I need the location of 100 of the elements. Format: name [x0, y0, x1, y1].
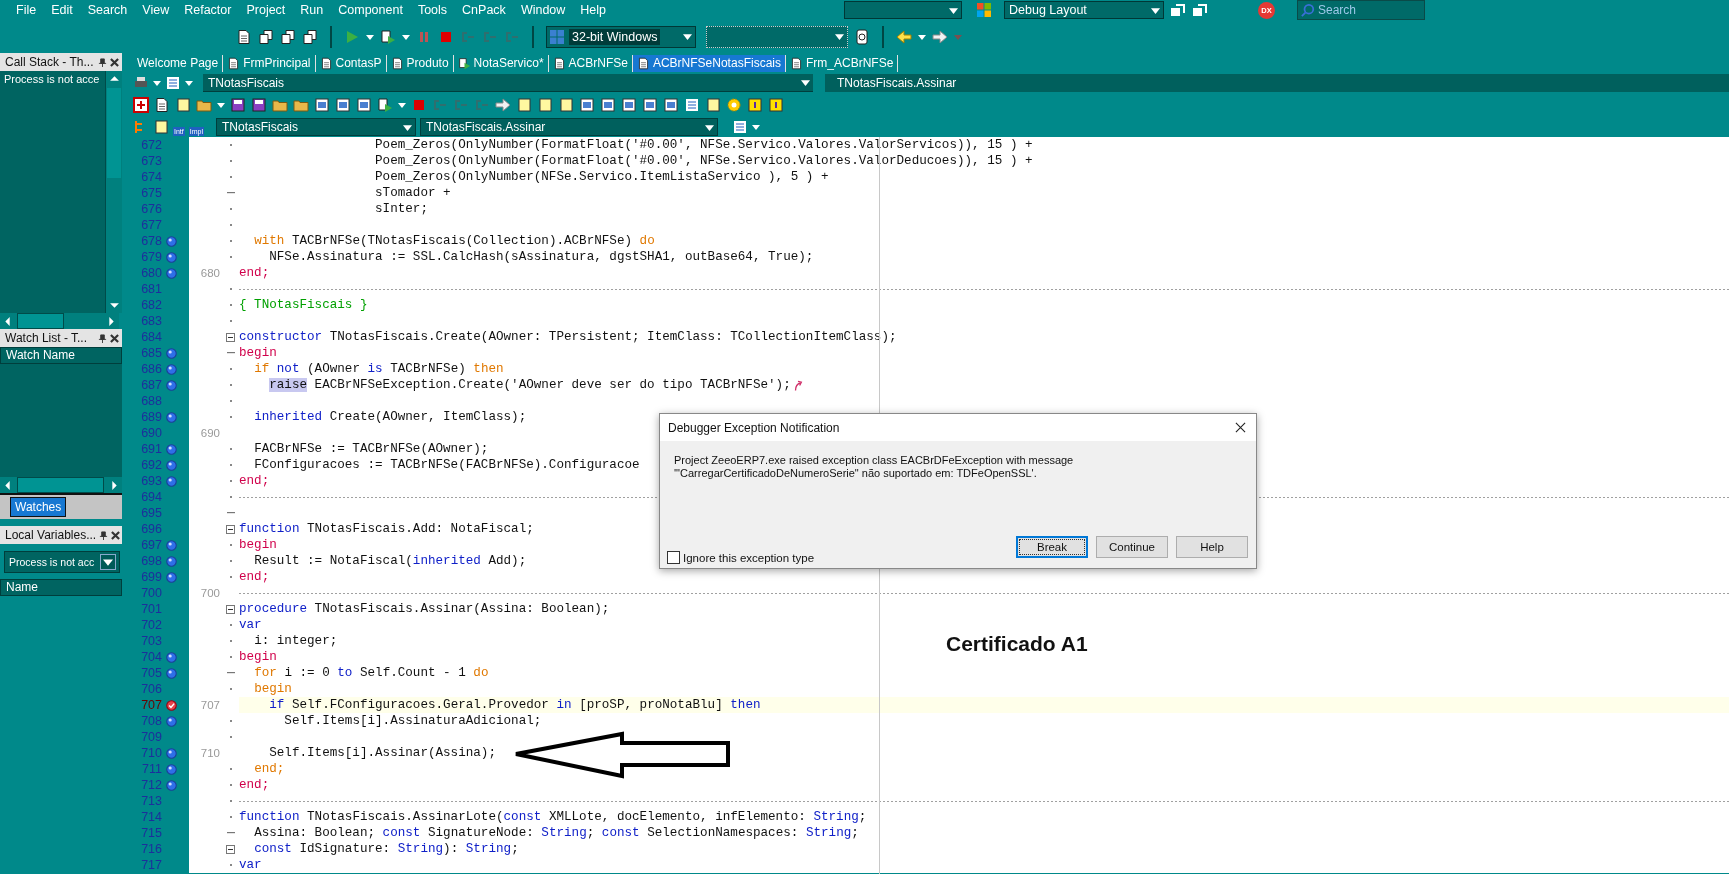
document-play-icon[interactable]	[377, 97, 393, 113]
class-combo[interactable]: TNotasFiscais	[215, 118, 416, 136]
thread-combo[interactable]: Process is not acc	[4, 551, 120, 573]
editor-tab[interactable]: ContasP	[315, 54, 387, 72]
four-squares-icon[interactable]	[976, 2, 992, 18]
dot-icon[interactable]	[166, 251, 177, 263]
window-icon[interactable]	[335, 97, 351, 113]
note-icon[interactable]	[175, 97, 191, 113]
gear-icon[interactable]	[726, 97, 742, 113]
dialog-button[interactable]: Continue	[1096, 536, 1168, 558]
documents-icon[interactable]	[280, 28, 296, 45]
dot-icon[interactable]	[166, 715, 177, 727]
dot-icon[interactable]	[166, 747, 177, 759]
close-icon[interactable]	[111, 530, 121, 540]
dot-icon[interactable]	[166, 411, 177, 423]
caret-icon[interactable]	[751, 123, 760, 131]
dot-icon[interactable]	[166, 779, 177, 791]
crosshair-icon[interactable]	[133, 97, 149, 113]
caret-icon[interactable]	[402, 32, 410, 41]
window-icon[interactable]	[600, 97, 616, 113]
back-arrow-icon[interactable]	[896, 28, 912, 45]
editor-tab[interactable]: ACBrNFSeNotasFiscais	[632, 54, 786, 72]
editor-tab[interactable]: NotaServico*	[453, 54, 549, 72]
window-icon[interactable]	[579, 97, 595, 113]
note-icon[interactable]	[516, 97, 532, 113]
forward-arrow-icon[interactable]	[932, 28, 948, 45]
window-icon[interactable]	[356, 97, 372, 113]
note-icon[interactable]	[153, 119, 169, 135]
vertical-scrollbar[interactable]	[105, 71, 122, 313]
document-icon[interactable]	[154, 97, 170, 113]
search-input[interactable]: Search	[1318, 3, 1418, 17]
collapse-icon[interactable]	[226, 844, 235, 854]
window-stack-icon[interactable]	[1170, 2, 1186, 18]
menu-item[interactable]: File	[8, 3, 44, 17]
caret-icon[interactable]	[918, 32, 926, 41]
list-icon[interactable]	[731, 119, 748, 135]
dot-icon[interactable]	[166, 363, 177, 375]
editor-tab[interactable]: Frm_ACBrNFSe	[785, 54, 899, 72]
dot-icon[interactable]	[166, 267, 177, 279]
phone-icon[interactable]	[854, 28, 870, 45]
list-icon[interactable]	[165, 75, 181, 91]
pin-icon[interactable]	[98, 333, 107, 343]
close-icon[interactable]	[110, 57, 119, 67]
panel-tab[interactable]: Watches	[10, 497, 67, 517]
menu-item[interactable]: Run	[292, 3, 331, 17]
editor-tab[interactable]: Produto	[386, 54, 454, 72]
caret-icon[interactable]	[153, 79, 161, 87]
dot-icon[interactable]	[166, 459, 177, 471]
document-play-icon[interactable]	[380, 28, 396, 45]
menu-item[interactable]: Tools	[409, 3, 455, 17]
dot-icon[interactable]	[166, 235, 177, 247]
caret-icon[interactable]	[185, 79, 193, 87]
menu-item[interactable]: Window	[512, 3, 573, 17]
menu-item[interactable]: Project	[238, 3, 293, 17]
folder-icon[interactable]	[196, 97, 212, 113]
dialog-button[interactable]: Help	[1176, 536, 1248, 558]
dot-icon[interactable]	[166, 555, 177, 567]
editor-tab[interactable]: FrmPrincipal	[223, 54, 316, 72]
menu-item[interactable]: View	[134, 3, 177, 17]
window-icon[interactable]	[621, 97, 637, 113]
menu-item[interactable]: Help	[572, 3, 614, 17]
dot-icon[interactable]	[166, 475, 177, 487]
layout-combo[interactable]: Debug Layout	[1004, 1, 1164, 19]
documents-icon[interactable]	[302, 28, 318, 45]
folder-icon[interactable]	[293, 97, 309, 113]
collapse-icon[interactable]	[226, 332, 235, 342]
horizontal-scrollbar[interactable]	[0, 313, 119, 329]
menu-item[interactable]: Search	[79, 3, 135, 17]
column-header[interactable]: Watch Name	[0, 347, 122, 364]
menu-item[interactable]: CnPack	[454, 3, 513, 17]
platform-combo[interactable]: 32-bit Windows	[546, 25, 696, 48]
window-stack-icon[interactable]	[1192, 2, 1208, 18]
window-icon[interactable]	[663, 97, 679, 113]
menu-item[interactable]: Component	[330, 3, 410, 17]
method-combo[interactable]: TNotasFiscais.Assinar	[419, 118, 718, 136]
column-header[interactable]: Name	[0, 579, 122, 596]
forward-arrow-icon[interactable]	[495, 97, 511, 113]
dot-icon[interactable]	[166, 667, 177, 679]
document-icon[interactable]	[236, 28, 252, 45]
tile-icon[interactable]	[747, 97, 763, 113]
horizontal-scrollbar[interactable]	[0, 477, 122, 493]
dot-icon[interactable]	[166, 651, 177, 663]
menu-item[interactable]: Edit	[43, 3, 80, 17]
dot-icon[interactable]	[166, 347, 177, 359]
note-icon[interactable]	[558, 97, 574, 113]
list-icon[interactable]	[684, 97, 700, 113]
collapse-icon[interactable]	[226, 524, 235, 534]
dot-icon[interactable]	[166, 571, 177, 583]
caret-icon[interactable]	[398, 101, 406, 109]
editor-tab[interactable]: ACBrNFSe	[548, 54, 633, 72]
editor-tab[interactable]: Welcome Page	[133, 54, 224, 72]
dialog-button[interactable]: Break	[1016, 536, 1088, 558]
note-icon[interactable]	[705, 97, 721, 113]
breakpoint-icon[interactable]	[166, 699, 177, 711]
caret-icon[interactable]	[366, 32, 374, 41]
dot-icon[interactable]	[166, 763, 177, 775]
pin-icon[interactable]	[99, 530, 109, 540]
window-icon[interactable]	[642, 97, 658, 113]
note-icon[interactable]	[537, 97, 553, 113]
window-icon[interactable]	[314, 97, 330, 113]
